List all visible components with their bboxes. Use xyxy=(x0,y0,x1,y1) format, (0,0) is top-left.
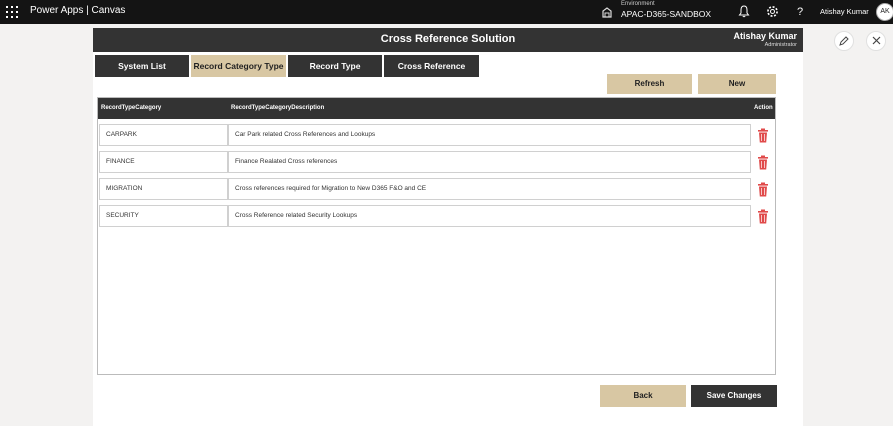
description-cell[interactable]: Cross references required for Migration … xyxy=(228,178,751,200)
top-bar: Power Apps | Canvas Environment APAC-D36… xyxy=(0,0,893,24)
description-cell[interactable]: Finance Realated Cross references xyxy=(228,151,751,173)
settings-icon[interactable] xyxy=(765,5,779,19)
topbar-user-name: Atishay Kumar xyxy=(820,7,869,16)
header-user-role: Administrator xyxy=(764,42,797,48)
avatar[interactable]: AK xyxy=(876,3,893,21)
app-header: Cross Reference Solution Atishay Kumar A… xyxy=(93,28,803,52)
environment-name[interactable]: APAC-D365-SANDBOX xyxy=(621,9,711,19)
help-icon[interactable]: ? xyxy=(793,5,807,19)
category-cell[interactable]: MIGRATION xyxy=(99,178,228,200)
app-brand: Power Apps | Canvas xyxy=(30,5,126,16)
table-row: SECURITY Cross Reference related Securit… xyxy=(98,205,775,227)
trash-icon[interactable] xyxy=(757,182,769,197)
grid-header: RecordTypeCategory RecordTypeCategoryDes… xyxy=(98,98,775,119)
environment-label: Environment xyxy=(621,1,655,7)
edit-icon[interactable] xyxy=(834,31,854,51)
close-icon[interactable] xyxy=(866,31,886,51)
back-button[interactable]: Back xyxy=(600,385,686,407)
save-changes-button[interactable]: Save Changes xyxy=(691,385,777,407)
tab-cross-reference[interactable]: Cross Reference xyxy=(384,55,479,77)
table-row: CARPARK Car Park related Cross Reference… xyxy=(98,124,775,146)
waffle-icon[interactable] xyxy=(6,6,18,18)
column-header-description: RecordTypeCategoryDescription xyxy=(231,105,325,111)
tab-record-category-type[interactable]: Record Category Type xyxy=(191,55,286,77)
page-title: Cross Reference Solution xyxy=(380,33,516,45)
environment-icon xyxy=(602,7,612,18)
refresh-button[interactable]: Refresh xyxy=(607,74,692,94)
trash-icon[interactable] xyxy=(757,155,769,170)
trash-icon[interactable] xyxy=(757,128,769,143)
trash-icon[interactable] xyxy=(757,209,769,224)
category-cell[interactable]: FINANCE xyxy=(99,151,228,173)
tab-system-list[interactable]: System List xyxy=(95,55,189,77)
tab-record-type[interactable]: Record Type xyxy=(288,55,382,77)
header-user-name: Atishay Kumar xyxy=(733,31,797,41)
bell-icon[interactable] xyxy=(737,5,751,19)
description-cell[interactable]: Car Park related Cross References and Lo… xyxy=(228,124,751,146)
category-cell[interactable]: SECURITY xyxy=(99,205,228,227)
column-header-action: Action xyxy=(754,105,773,111)
description-cell[interactable]: Cross Reference related Security Lookups xyxy=(228,205,751,227)
table-row: MIGRATION Cross references required for … xyxy=(98,178,775,200)
table-row: FINANCE Finance Realated Cross reference… xyxy=(98,151,775,173)
column-header-category: RecordTypeCategory xyxy=(101,105,162,111)
app-canvas: Cross Reference Solution Atishay Kumar A… xyxy=(93,28,803,426)
record-category-grid: RecordTypeCategory RecordTypeCategoryDes… xyxy=(97,97,776,375)
new-button[interactable]: New xyxy=(698,74,776,94)
category-cell[interactable]: CARPARK xyxy=(99,124,228,146)
